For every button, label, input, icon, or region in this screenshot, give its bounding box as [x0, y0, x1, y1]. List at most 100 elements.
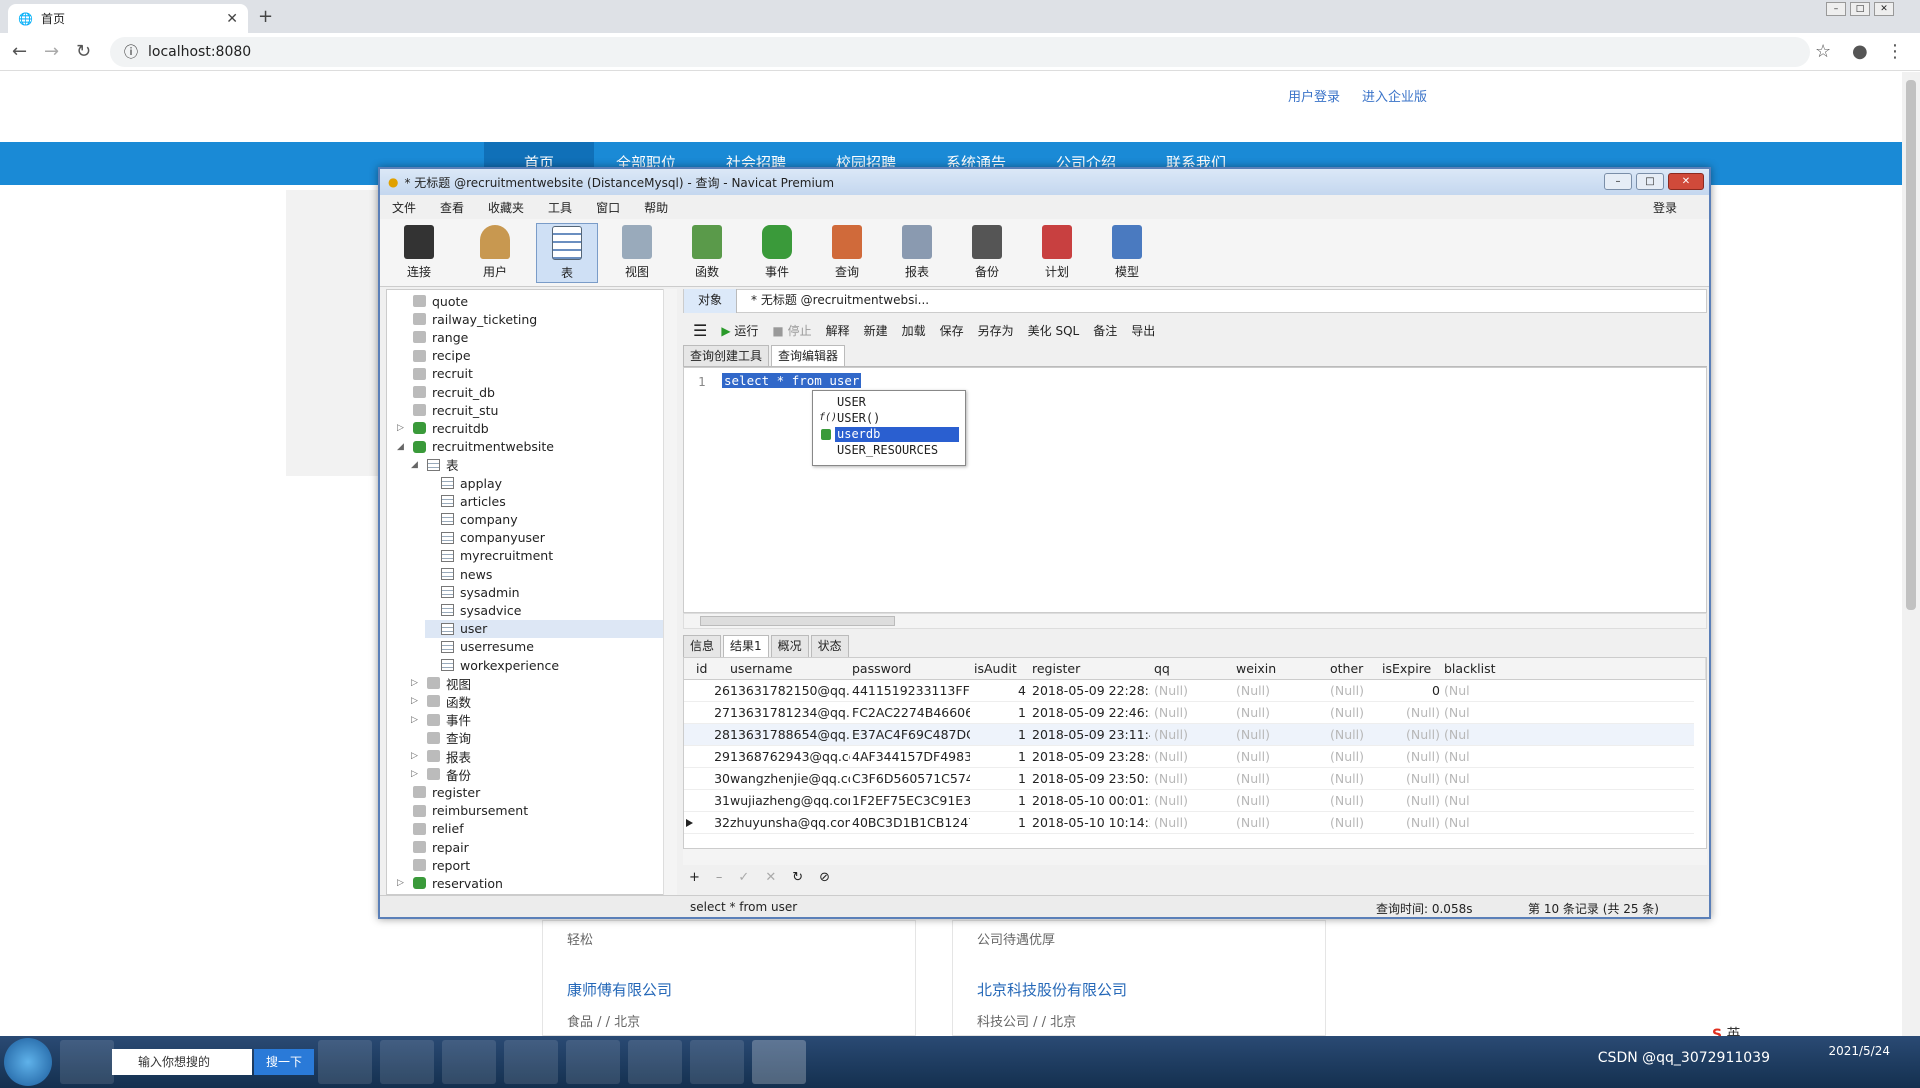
table-cell[interactable]: 26	[696, 680, 730, 702]
tree-scrollbar[interactable]	[663, 289, 677, 895]
user-login-link[interactable]: 用户登录	[1288, 86, 1340, 105]
table-cell[interactable]: 2018-05-10 00:01:29	[1032, 790, 1150, 812]
table-cell[interactable]: 1F2EF75EC3C91E3864E46	[852, 790, 970, 812]
table-cell[interactable]: 32	[696, 812, 730, 834]
table-cell[interactable]: (Nul	[1444, 702, 1500, 724]
tree-item[interactable]: quote	[397, 292, 468, 310]
table-cell[interactable]: (Null)	[1382, 790, 1440, 812]
tree-item[interactable]: range	[397, 328, 468, 346]
beautify-sql-button[interactable]: 美化 SQL	[1028, 322, 1080, 339]
intellij-icon[interactable]	[318, 1040, 372, 1084]
table-cell[interactable]: 0	[1382, 680, 1440, 702]
chrome-icon[interactable]	[504, 1040, 558, 1084]
table-cell[interactable]: (Null)	[1154, 702, 1232, 724]
connect-button[interactable]: 连接	[388, 223, 450, 283]
table-cell[interactable]: (Null)	[1330, 812, 1378, 834]
taskbar-search-button[interactable]: 搜一下	[254, 1049, 314, 1075]
start-button[interactable]	[4, 1038, 52, 1086]
table-cell[interactable]: 1368762943@qq.com	[730, 746, 850, 768]
expand-arrow-icon[interactable]: ▷	[411, 696, 421, 706]
table-cell[interactable]: wangzhenjie@qq.com	[730, 768, 850, 790]
table-cell[interactable]: (Null)	[1382, 724, 1440, 746]
tree-item[interactable]: workexperience	[425, 656, 559, 674]
column-header[interactable]: isAudit	[974, 658, 1026, 680]
table-cell[interactable]: (Nul	[1444, 724, 1500, 746]
table-cell[interactable]: 13631782150@qq.com	[730, 680, 850, 702]
table-cell[interactable]: 4411519233113FF2A6BF8	[852, 680, 970, 702]
table-row[interactable]: 291368762943@qq.com4AF344157DF49831A83A1…	[684, 746, 1694, 768]
run-button[interactable]: ▶ 运行	[721, 322, 758, 339]
column-header[interactable]: blacklist	[1444, 658, 1500, 680]
table-cell[interactable]: (Null)	[1382, 812, 1440, 834]
apply-icon[interactable]: ✓	[738, 870, 749, 885]
table-cell[interactable]: (Null)	[1236, 768, 1326, 790]
table-cell[interactable]: (Null)	[1236, 680, 1326, 702]
table-cell[interactable]: 13631788654@qq.com	[730, 724, 850, 746]
table-cell[interactable]: E37AC4F69C487DC4EF8E3	[852, 724, 970, 746]
table-cell[interactable]: 2018-05-09 23:28:09	[1032, 746, 1150, 768]
table-cell[interactable]: 40BC3D1B1CB1247F82B4	[852, 812, 970, 834]
tree-item[interactable]: recipe	[397, 347, 471, 365]
tab-info[interactable]: 信息	[683, 635, 722, 657]
view-button[interactable]: 视图	[606, 223, 668, 283]
table-cell[interactable]: 2018-05-10 10:14:29	[1032, 812, 1150, 834]
new-button[interactable]: 新建	[864, 322, 888, 339]
menu-window[interactable]: 窗口	[584, 199, 632, 216]
enterprise-link[interactable]: 进入企业版	[1362, 86, 1427, 105]
save-button[interactable]: 保存	[940, 322, 964, 339]
grid-hscrollbar[interactable]	[683, 849, 1707, 865]
menu-dots-icon[interactable]: ⋮	[1886, 41, 1904, 62]
firefox-icon[interactable]	[380, 1040, 434, 1084]
table-cell[interactable]: (Null)	[1330, 746, 1378, 768]
close-tab-icon[interactable]: ✕	[226, 11, 238, 27]
nv-minimize-button[interactable]: –	[1604, 173, 1632, 190]
table-cell[interactable]: 1	[974, 768, 1026, 790]
address-bar[interactable]: ⓘ localhost:8080	[110, 37, 1810, 67]
nv-close-button[interactable]: ✕	[1668, 173, 1704, 190]
column-header[interactable]: weixin	[1236, 658, 1326, 680]
nv-maximize-button[interactable]: □	[1636, 173, 1664, 190]
tree-item[interactable]: report	[397, 856, 470, 874]
login-link[interactable]: 登录	[1653, 199, 1677, 216]
table-cell[interactable]: 1	[974, 746, 1026, 768]
function-button[interactable]: 函数	[676, 223, 738, 283]
tree-item[interactable]: repair	[397, 838, 469, 856]
table-cell[interactable]: 28	[696, 724, 730, 746]
tab-status[interactable]: 状态	[810, 635, 849, 657]
taskbar-search-input[interactable]: 输入你想搜的	[112, 1049, 252, 1075]
user-button[interactable]: 用户	[464, 223, 526, 283]
autocomplete-item[interactable]: USER	[837, 395, 866, 410]
report-button[interactable]: 报表	[886, 223, 948, 283]
table-cell[interactable]: (Null)	[1154, 724, 1232, 746]
table-cell[interactable]: (Null)	[1236, 812, 1326, 834]
card-company[interactable]: 北京科技股份有限公司	[977, 979, 1127, 1000]
back-icon[interactable]: ←	[12, 41, 27, 62]
table-row[interactable]: 31wujiazheng@qq.com1F2EF75EC3C91E3864E46…	[684, 790, 1694, 812]
sql-editor[interactable]: 1 select * from user USER USER() userdb …	[683, 367, 1707, 613]
tree-item[interactable]: sysadmin	[425, 583, 520, 601]
menu-tools[interactable]: 工具	[536, 199, 584, 216]
hamburger-icon[interactable]: ☰	[693, 321, 707, 340]
close-window-button[interactable]: ✕	[1874, 2, 1894, 16]
table-row[interactable]: 2613631782150@qq.com4411519233113FF2A6BF…	[684, 680, 1694, 702]
reload-icon[interactable]: ↻	[76, 41, 91, 62]
tree-item[interactable]: railway_ticketing	[397, 310, 537, 328]
expand-arrow-icon[interactable]: ▷	[411, 769, 421, 779]
backup-button[interactable]: 备份	[956, 223, 1018, 283]
tab-query-editor[interactable]: 查询编辑器	[771, 345, 846, 366]
save-as-button[interactable]: 另存为	[978, 322, 1014, 339]
navicat-icon[interactable]	[690, 1040, 744, 1084]
tree-item[interactable]: applay	[425, 474, 502, 492]
tree-item[interactable]: ▷ 视图	[411, 674, 471, 692]
app-icon[interactable]	[566, 1040, 620, 1084]
stop-button[interactable]: ■ 停止	[772, 322, 811, 339]
bookmark-star-icon[interactable]: ☆	[1815, 41, 1831, 62]
table-cell[interactable]: (Null)	[1154, 768, 1232, 790]
tree-item[interactable]: ▷ reservation	[397, 874, 503, 892]
table-cell[interactable]: (Nul	[1444, 680, 1500, 702]
table-cell[interactable]: (Null)	[1330, 702, 1378, 724]
sql-text[interactable]: select * from user	[722, 373, 862, 388]
table-cell[interactable]: 2018-05-09 23:11:45	[1032, 724, 1150, 746]
table-row[interactable]: 2713631781234@qq.comFC2AC2274B466060D6DF…	[684, 702, 1694, 724]
table-cell[interactable]: 4	[974, 680, 1026, 702]
